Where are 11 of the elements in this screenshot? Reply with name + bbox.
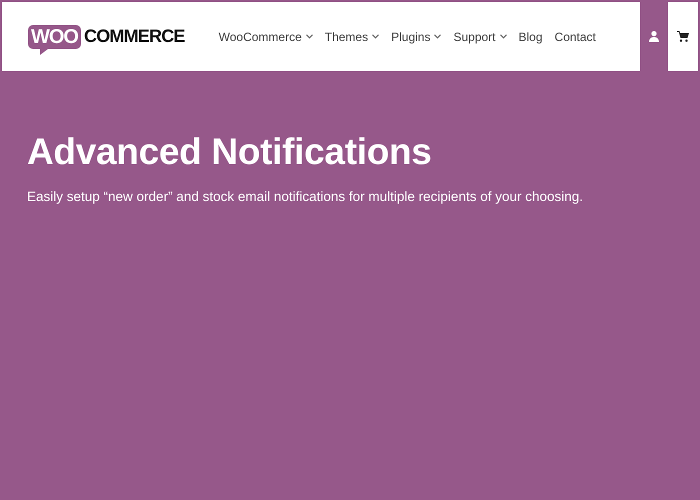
nav-link[interactable]: Blog xyxy=(512,30,549,44)
nav-link[interactable]: WooCommerce xyxy=(212,30,319,44)
nav-link[interactable]: Themes xyxy=(318,30,386,44)
nav-link[interactable]: Contact xyxy=(548,30,602,44)
page-title: Advanced Notifications xyxy=(27,131,433,173)
nav-link[interactable]: Plugins xyxy=(385,30,448,44)
user-icon xyxy=(649,31,659,42)
logo-wordmark: COMMERCE xyxy=(84,26,185,47)
nav-link[interactable]: Support xyxy=(447,30,512,44)
page-subtitle: Easily setup “new order” and stock email notifications for multiple recipients of your choosing. xyxy=(27,189,584,204)
cart-icon[interactable] xyxy=(677,31,689,42)
